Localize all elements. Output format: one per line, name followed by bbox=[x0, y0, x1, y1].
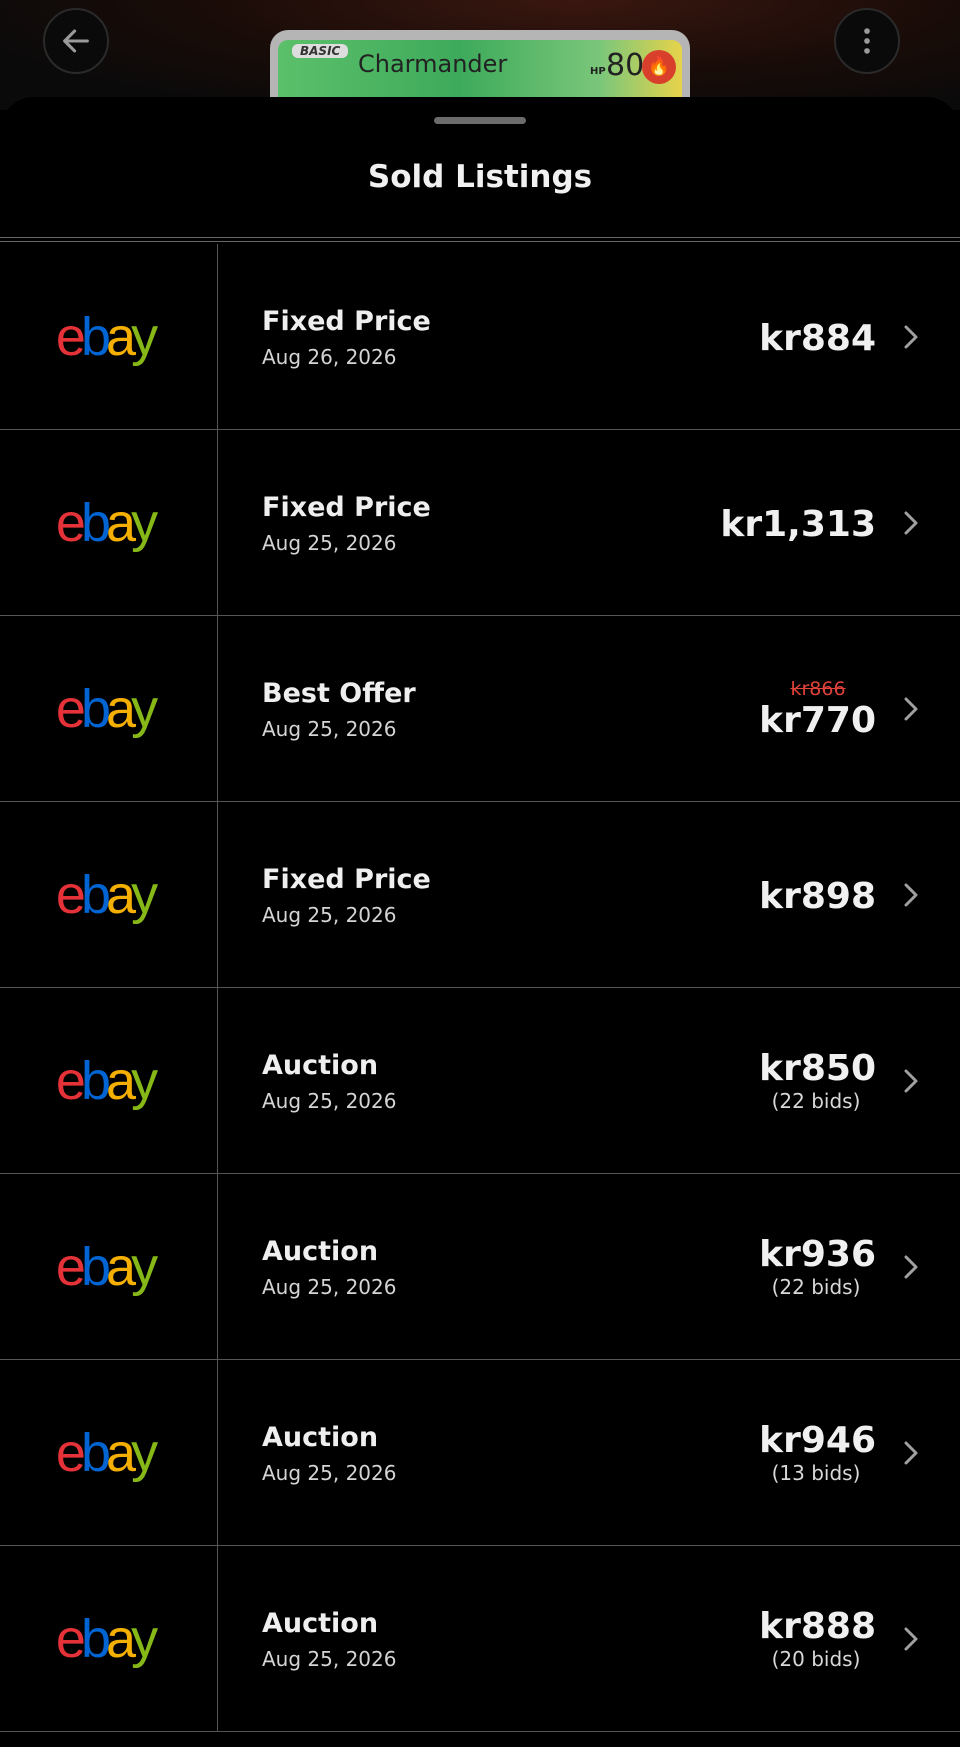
chevron-right-icon bbox=[904, 325, 918, 349]
ebay-logo: ebay bbox=[55, 492, 158, 553]
price-block: kr850 (22 bids) bbox=[616, 1048, 876, 1113]
listing-date: Aug 25, 2026 bbox=[262, 1461, 397, 1485]
listing-date: Aug 26, 2026 bbox=[262, 345, 397, 369]
listings-list: ebay Fixed Price Aug 26, 2026 kr884 ebay… bbox=[0, 244, 960, 1732]
more-vertical-icon bbox=[864, 28, 870, 54]
bid-count: (13 bids) bbox=[771, 1461, 861, 1485]
ebay-logo: ebay bbox=[55, 864, 158, 925]
ebay-logo-cell: ebay bbox=[0, 1174, 218, 1359]
listing-price: kr946 bbox=[759, 1420, 876, 1461]
sold-listings-sheet: Sold Listings ebay Fixed Price Aug 26, 2… bbox=[0, 97, 960, 1747]
chevron-right-icon bbox=[904, 1627, 918, 1651]
card-stage-label: BASIC bbox=[292, 44, 349, 58]
price-block: kr946 (13 bids) bbox=[616, 1420, 876, 1485]
listing-date: Aug 25, 2026 bbox=[262, 717, 397, 741]
sheet-title: Sold Listings bbox=[367, 159, 593, 195]
listing-type: Fixed Price bbox=[262, 864, 431, 895]
fire-energy-icon: 🔥 bbox=[642, 50, 676, 84]
ebay-logo: ebay bbox=[55, 1422, 158, 1483]
price-block: kr898 bbox=[616, 876, 876, 917]
listing-row[interactable]: ebay Fixed Price Aug 25, 2026 kr898 bbox=[0, 802, 960, 988]
listing-type: Auction bbox=[262, 1050, 379, 1081]
header-divider bbox=[0, 237, 960, 242]
chevron-right-icon bbox=[904, 511, 918, 535]
listing-type: Auction bbox=[262, 1608, 379, 1639]
ebay-logo-cell: ebay bbox=[0, 1546, 218, 1731]
listing-price: kr936 bbox=[759, 1234, 876, 1275]
ebay-logo: ebay bbox=[55, 1050, 158, 1111]
listing-date: Aug 25, 2026 bbox=[262, 1647, 397, 1671]
listing-row[interactable]: ebay Best Offer Aug 25, 2026 kr866 kr770 bbox=[0, 616, 960, 802]
price-block: kr936 (22 bids) bbox=[616, 1234, 876, 1299]
arrow-left-icon bbox=[63, 29, 89, 53]
listing-price: kr770 bbox=[759, 700, 876, 741]
card-name: Charmander bbox=[358, 50, 508, 78]
listing-type: Best Offer bbox=[262, 678, 416, 709]
listing-type: Fixed Price bbox=[262, 492, 431, 523]
ebay-logo: ebay bbox=[55, 1236, 158, 1297]
bid-count: (20 bids) bbox=[771, 1647, 861, 1671]
listing-row[interactable]: ebay Auction Aug 25, 2026 kr946 (13 bids… bbox=[0, 1360, 960, 1546]
listing-type: Auction bbox=[262, 1236, 379, 1267]
ebay-logo-cell: ebay bbox=[0, 802, 218, 987]
listing-row[interactable]: ebay Fixed Price Aug 26, 2026 kr884 bbox=[0, 244, 960, 430]
listing-row[interactable]: ebay Auction Aug 25, 2026 kr936 (22 bids… bbox=[0, 1174, 960, 1360]
listing-date: Aug 25, 2026 bbox=[262, 903, 397, 927]
chevron-right-icon bbox=[904, 1069, 918, 1093]
original-price: kr866 bbox=[790, 678, 846, 700]
listing-price: kr850 bbox=[759, 1048, 876, 1089]
listing-date: Aug 25, 2026 bbox=[262, 531, 397, 555]
listing-type: Fixed Price bbox=[262, 306, 431, 337]
listing-date: Aug 25, 2026 bbox=[262, 1275, 397, 1299]
price-block: kr866 kr770 bbox=[616, 678, 876, 741]
chevron-right-icon bbox=[904, 1255, 918, 1279]
price-block: kr1,313 bbox=[616, 504, 876, 545]
listing-price: kr1,313 bbox=[720, 504, 876, 545]
price-block: kr884 bbox=[616, 318, 876, 359]
ebay-logo: ebay bbox=[55, 1608, 158, 1669]
listing-price: kr884 bbox=[759, 318, 876, 359]
ebay-logo-cell: ebay bbox=[0, 988, 218, 1173]
bid-count: (22 bids) bbox=[771, 1275, 861, 1299]
card-hp: 80 bbox=[606, 48, 645, 83]
price-block: kr888 (20 bids) bbox=[616, 1606, 876, 1671]
sheet-drag-handle[interactable] bbox=[434, 117, 526, 124]
listing-price: kr888 bbox=[759, 1606, 876, 1647]
chevron-right-icon bbox=[904, 1441, 918, 1465]
listing-type: Auction bbox=[262, 1422, 379, 1453]
ebay-logo: ebay bbox=[55, 678, 158, 739]
more-options-button[interactable] bbox=[834, 8, 900, 74]
ebay-logo-cell: ebay bbox=[0, 244, 218, 429]
bid-count: (22 bids) bbox=[771, 1089, 861, 1113]
back-button[interactable] bbox=[43, 8, 109, 74]
chevron-right-icon bbox=[904, 883, 918, 907]
listing-row[interactable]: ebay Fixed Price Aug 25, 2026 kr1,313 bbox=[0, 430, 960, 616]
listing-date: Aug 25, 2026 bbox=[262, 1089, 397, 1113]
listing-row[interactable]: ebay Auction Aug 25, 2026 kr850 (22 bids… bbox=[0, 988, 960, 1174]
ebay-logo-cell: ebay bbox=[0, 616, 218, 801]
card-hp-label: HP bbox=[590, 66, 606, 77]
listing-row[interactable]: ebay Auction Aug 25, 2026 kr888 (20 bids… bbox=[0, 1546, 960, 1732]
listing-price: kr898 bbox=[759, 876, 876, 917]
ebay-logo-cell: ebay bbox=[0, 430, 218, 615]
ebay-logo-cell: ebay bbox=[0, 1360, 218, 1545]
chevron-right-icon bbox=[904, 697, 918, 721]
ebay-logo: ebay bbox=[55, 306, 158, 367]
